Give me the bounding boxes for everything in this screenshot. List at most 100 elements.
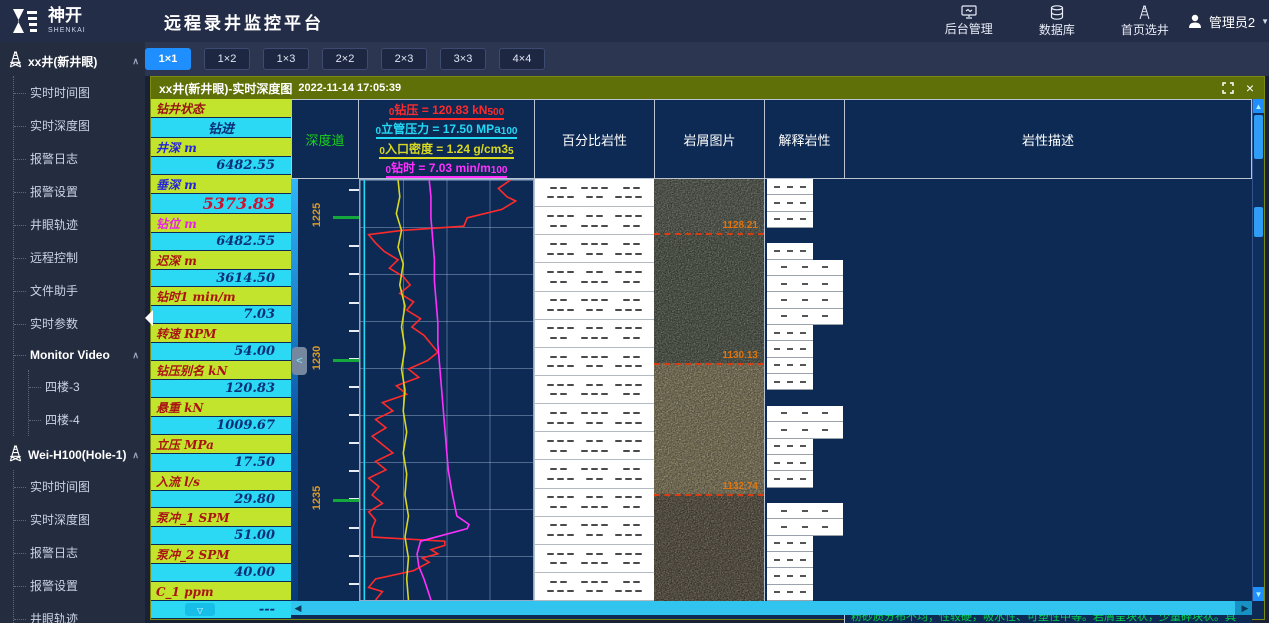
- dash-mark: [615, 196, 622, 198]
- dash-mark: [623, 393, 630, 395]
- sidebar-item-报警日志[interactable]: 报警日志: [14, 536, 145, 569]
- sidebar-item-报警日志[interactable]: 报警日志: [14, 142, 145, 175]
- interp-gap: [767, 228, 844, 243]
- lith-dash-cluster: [547, 271, 574, 273]
- photo-noise-overlay: [654, 179, 764, 601]
- sidebar-item-monitor-video[interactable]: Monitor Video∧: [14, 340, 145, 370]
- param-row-7: 钻压别名 kN120.83: [151, 361, 291, 398]
- lith-dash-cluster: [581, 187, 608, 189]
- dash-mark: [581, 281, 588, 283]
- param-row-4: 迟深 m3614.50: [151, 251, 291, 288]
- collapse-panel-arrow[interactable]: [145, 310, 153, 326]
- depth-minor-tick: [349, 527, 359, 529]
- fullscreen-icon[interactable]: [1222, 82, 1234, 94]
- param-value: 120.83: [151, 380, 291, 397]
- lith-dash-cluster: [615, 534, 642, 536]
- lith-symbol-line: [535, 562, 654, 564]
- window-title: xx井(新井眼)-实时深度图: [159, 80, 292, 97]
- panel-scrollbar[interactable]: [291, 179, 298, 601]
- dash-mark: [550, 299, 557, 301]
- interp-cell: [767, 374, 813, 390]
- dash-mark: [601, 506, 608, 508]
- scroll-down-icon[interactable]: ▼: [1253, 587, 1264, 601]
- dash-mark: [547, 365, 554, 367]
- dash-mark: [802, 412, 808, 414]
- param-row-0: 钻井状态钻进: [151, 99, 291, 138]
- dash-mark: [633, 187, 640, 189]
- user-caret-icon: ▼: [1261, 17, 1269, 26]
- close-icon[interactable]: ×: [1246, 81, 1254, 95]
- topnav-item-2[interactable]: 首页选井: [1121, 5, 1169, 38]
- dash-mark: [560, 243, 567, 245]
- collapse-left-button[interactable]: <: [292, 347, 307, 375]
- vertical-scroll-thumb[interactable]: [1254, 115, 1263, 159]
- layout-tab-3×3[interactable]: 3×3: [440, 48, 486, 70]
- chevron-up-icon[interactable]: ∧: [132, 56, 139, 67]
- sidebar-item-实时时间图[interactable]: 实时时间图: [14, 470, 145, 503]
- vertical-scroll-thumb2[interactable]: [1254, 207, 1263, 237]
- sidebar-item-井眼轨迹[interactable]: 井眼轨迹: [14, 602, 145, 623]
- lith-dash-cluster: [623, 412, 640, 414]
- dash-mark: [601, 187, 608, 189]
- dash-mark: [635, 215, 642, 217]
- horizontal-scroll-thumb[interactable]: [305, 601, 1235, 615]
- lith-dash-cluster: [550, 412, 567, 414]
- shenkai-logo-icon: [10, 7, 40, 35]
- dash-mark: [615, 271, 622, 273]
- sidebar-item-实时深度图[interactable]: 实时深度图: [14, 109, 145, 142]
- scroll-right-icon[interactable]: ▶: [1238, 601, 1252, 615]
- dash-mark: [623, 281, 630, 283]
- topnav-item-1[interactable]: 数据库: [1039, 5, 1075, 38]
- user-menu[interactable]: 管理员2 ▼: [1187, 12, 1269, 31]
- dash-mark: [774, 202, 780, 204]
- dash-mark: [633, 393, 640, 395]
- sidebar-item-实时深度图[interactable]: 实时深度图: [14, 503, 145, 536]
- sidebar-item-四楼-4[interactable]: 四楼-4: [29, 403, 145, 436]
- topnav-item-0[interactable]: 后台管理: [945, 5, 993, 37]
- lith-dash-cluster: [623, 225, 640, 227]
- sidebar-item-井眼轨迹[interactable]: 井眼轨迹: [14, 208, 145, 241]
- chevron-up-icon[interactable]: ∧: [132, 450, 139, 461]
- well-node-0[interactable]: xx井(新井眼)∧: [0, 42, 145, 76]
- layout-tab-1×1[interactable]: 1×1: [145, 48, 191, 70]
- layout-tab-2×3[interactable]: 2×3: [381, 48, 427, 70]
- lith-dash-cluster: [615, 271, 642, 273]
- depth-minor-tick: [349, 330, 359, 332]
- horizontal-scrollbar[interactable]: ◀ ▶: [291, 601, 1252, 615]
- dash-mark: [581, 412, 588, 414]
- param-value: 40.00: [151, 564, 291, 581]
- dash-mark: [623, 356, 630, 358]
- well-node-1[interactable]: Wei-H100(Hole-1)∧: [0, 436, 145, 470]
- sidebar-item-实时时间图[interactable]: 实时时间图: [14, 76, 145, 109]
- sidebar-item-实时参数[interactable]: 实时参数: [14, 307, 145, 340]
- lith-dash-cluster: [581, 356, 608, 358]
- layout-tab-4×4[interactable]: 4×4: [499, 48, 545, 70]
- depth-minor-tick: [349, 583, 359, 585]
- legend-row-0: 0钻压 = 120.83 kN500: [389, 100, 504, 120]
- scroll-left-icon[interactable]: ◀: [291, 601, 305, 615]
- depth-track-header: 深度道: [291, 99, 359, 179]
- param-dropdown-button[interactable]: ▽: [185, 603, 215, 616]
- layout-tab-2×2[interactable]: 2×2: [322, 48, 368, 70]
- param-row-12: 泵冲_2 SPM40.00: [151, 545, 291, 582]
- lith-dash-cluster: [586, 196, 603, 198]
- dash-mark: [586, 384, 593, 386]
- sidebar-item-四楼-3[interactable]: 四楼-3: [29, 370, 145, 403]
- chevron-up-icon[interactable]: ∧: [132, 350, 139, 361]
- dash-mark: [623, 524, 630, 526]
- dash-mark: [547, 496, 554, 498]
- vertical-scrollbar[interactable]: ▲ ▼: [1252, 99, 1264, 601]
- layout-tab-1×3[interactable]: 1×3: [263, 48, 309, 70]
- sidebar-item-报警设置[interactable]: 报警设置: [14, 569, 145, 602]
- dash-mark: [557, 422, 564, 424]
- interpreted-lithology-track: [764, 179, 844, 601]
- scroll-up-icon[interactable]: ▲: [1253, 99, 1264, 113]
- sidebar-item-远程控制[interactable]: 远程控制: [14, 241, 145, 274]
- dash-mark: [615, 478, 622, 480]
- lith-dash-cluster: [623, 337, 640, 339]
- well-tree-sidebar: xx井(新井眼)∧实时时间图实时深度图报警日志报警设置井眼轨迹远程控制文件助手实…: [0, 42, 145, 623]
- layout-tab-1×2[interactable]: 1×2: [204, 48, 250, 70]
- sidebar-item-文件助手[interactable]: 文件助手: [14, 274, 145, 307]
- sidebar-item-报警设置[interactable]: 报警设置: [14, 175, 145, 208]
- brand-name-cn: 神开: [48, 8, 86, 25]
